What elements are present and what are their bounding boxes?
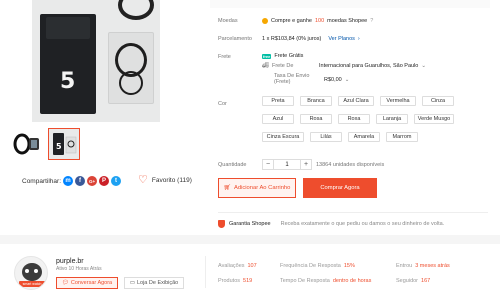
buy-now-button[interactable]: Comprar Agora <box>303 178 377 198</box>
pinterest-icon[interactable]: P <box>99 176 110 186</box>
avatar-tag: smart watch <box>19 281 45 287</box>
chevron-right-icon: › <box>357 36 360 42</box>
color-option[interactable]: Preta <box>262 96 294 106</box>
facebook-icon[interactable]: f <box>75 176 86 186</box>
stat-avaliacoes: Avaliações 107 <box>218 263 257 269</box>
google-plus-icon[interactable]: G+ <box>87 176 98 186</box>
parcelamento-value: 1 x R$103,84 (0% juros) Ver Planos › <box>262 36 360 42</box>
taxa-label-2: (Frete) <box>274 79 291 85</box>
moedas-prefix: Compre e ganhe <box>271 18 312 24</box>
view-shop-button[interactable]: ▭ Loja De Exibição <box>124 277 184 289</box>
avatar[interactable]: smart watch <box>14 256 48 290</box>
chat-icon: 💬︎ <box>61 280 69 286</box>
share-row: Compartilhar: m f G+ P t <box>22 176 122 186</box>
color-option[interactable]: Azul <box>262 114 294 124</box>
quantidade-label: Quantidade <box>218 162 247 168</box>
frete-gratis: free Frete Grátis <box>262 53 303 59</box>
frete-gratis-text: Frete Grátis <box>274 53 304 59</box>
color-option[interactable]: Lilás <box>310 132 342 142</box>
color-option[interactable]: Cinza Escura <box>262 132 304 142</box>
taxa-value[interactable]: R$0,00 ⌄ <box>324 77 349 83</box>
stat-produtos: Produtos 519 <box>218 278 253 284</box>
truck-icon: 🚚︎ <box>262 63 269 69</box>
frete-de: 🚚︎ Frete De Internacional para Guarulhos… <box>262 63 426 69</box>
shop-name: purple.br <box>56 258 84 265</box>
chevron-down-icon[interactable]: ⌄ <box>421 63 426 69</box>
quantity-plus-button[interactable]: + <box>300 159 312 170</box>
taxa-amount: R$0,00 <box>324 77 342 83</box>
parcelamento-label: Parcelamento <box>218 36 252 42</box>
frete-de-value: Internacional para Guarulhos, São Paulo <box>318 63 419 69</box>
price-bar <box>210 0 490 8</box>
color-option[interactable]: Branca <box>300 96 332 106</box>
share-label: Compartilhar: <box>22 177 62 185</box>
thumbnail-2-selected[interactable]: 5 <box>48 128 80 160</box>
parcelamento-text: 1 x R$103,84 (0% juros) <box>262 36 322 42</box>
stock-available: 13864 unidades disponíveis <box>316 162 385 168</box>
chat-now-button[interactable]: 💬︎ Conversar Agora <box>56 277 118 289</box>
main-product-image[interactable]: 5 <box>32 0 160 122</box>
favorite-label: Favorito (119) <box>151 176 192 184</box>
quantity-input[interactable]: 1 <box>274 159 300 170</box>
stat-entrou: Entrou 3 meses atrás <box>396 263 450 269</box>
shield-icon <box>218 220 225 228</box>
twitter-icon[interactable]: t <box>111 176 122 186</box>
guarantee-row: Garantia Shopee Receba exatamente o que … <box>218 220 444 228</box>
help-icon[interactable]: ? <box>370 18 373 24</box>
quantity-stepper: − 1 + <box>262 159 312 170</box>
color-option[interactable]: Rosa <box>300 114 332 124</box>
color-option[interactable]: Vermelha <box>380 96 416 106</box>
add-to-cart-button[interactable]: 🛒︎ Adicionar Ao Carrinho <box>218 178 296 198</box>
color-option[interactable]: Cinza <box>422 96 454 106</box>
cor-label: Cor <box>218 101 227 107</box>
heart-icon: ♡ <box>138 174 148 186</box>
chat-now-label: Conversar Agora <box>70 280 113 286</box>
view-shop-label: Loja De Exibição <box>136 280 179 286</box>
watch-band <box>118 0 154 20</box>
divider <box>205 256 206 288</box>
moedas-label: Moedas <box>218 18 238 24</box>
guarantee-text: Receba exatamente o que pediu ou damos o… <box>280 221 445 227</box>
frete-de-label: Frete De <box>271 63 294 69</box>
chevron-down-icon: ⌄ <box>344 77 350 83</box>
product-box: 5 <box>40 14 96 114</box>
product-details: Moedas Compre e ganhe 100 moedas Shopee … <box>210 0 500 235</box>
shop-active-status: Ativo 10 Horas Atrás <box>56 266 102 272</box>
quantity-minus-button[interactable]: − <box>262 159 274 170</box>
moedas-amount: 100 <box>314 18 325 24</box>
shop-info: smart watch purple.br Ativo 10 Horas Atr… <box>0 244 500 297</box>
stat-frequencia-resposta: Frequência De Resposta 15% <box>280 263 355 269</box>
color-option[interactable]: Verde Musgo <box>414 114 454 124</box>
add-to-cart-label: Adicionar Ao Carrinho <box>233 185 291 191</box>
favorite-button[interactable]: ♡ Favorito (119) <box>138 174 192 186</box>
accessory-tray <box>108 32 154 104</box>
svg-text:5: 5 <box>56 142 62 151</box>
color-option[interactable]: Roxa <box>338 114 370 124</box>
stat-tempo-resposta: Tempo De Resposta dentro de horas <box>280 278 372 284</box>
color-option[interactable]: Laranja <box>376 114 408 124</box>
divider <box>218 212 488 213</box>
color-option[interactable]: Marrom <box>386 132 418 142</box>
color-option[interactable]: Azul Clara <box>338 96 374 106</box>
ver-planos-link[interactable]: Ver Planos <box>328 36 355 42</box>
cart-icon: 🛒︎ <box>223 185 231 191</box>
stat-seguidor: Seguidor 167 <box>396 278 431 284</box>
frete-label: Frete <box>218 54 231 60</box>
color-option[interactable]: Amarela <box>348 132 380 142</box>
coin-icon <box>262 18 268 24</box>
guarantee-title[interactable]: Garantia Shopee <box>229 221 271 227</box>
taxa-label: Taxa De Envio (Frete) <box>274 73 314 85</box>
moedas-value: Compre e ganhe 100 moedas Shopee ? <box>262 18 373 24</box>
product-gallery: 5 5 Compartilhar: m f G+ P t ♡ Favorito … <box>0 0 200 235</box>
product-card: 5 5 Compartilhar: m f G+ P t ♡ Favorito … <box>0 0 500 235</box>
messenger-icon[interactable]: m <box>63 176 74 186</box>
free-shipping-icon: free <box>262 53 272 59</box>
box-number: 5 <box>60 69 76 94</box>
thumbnail-1[interactable] <box>12 128 44 160</box>
moedas-suffix: moedas Shopee <box>327 18 368 24</box>
store-icon: ▭ <box>129 280 135 286</box>
